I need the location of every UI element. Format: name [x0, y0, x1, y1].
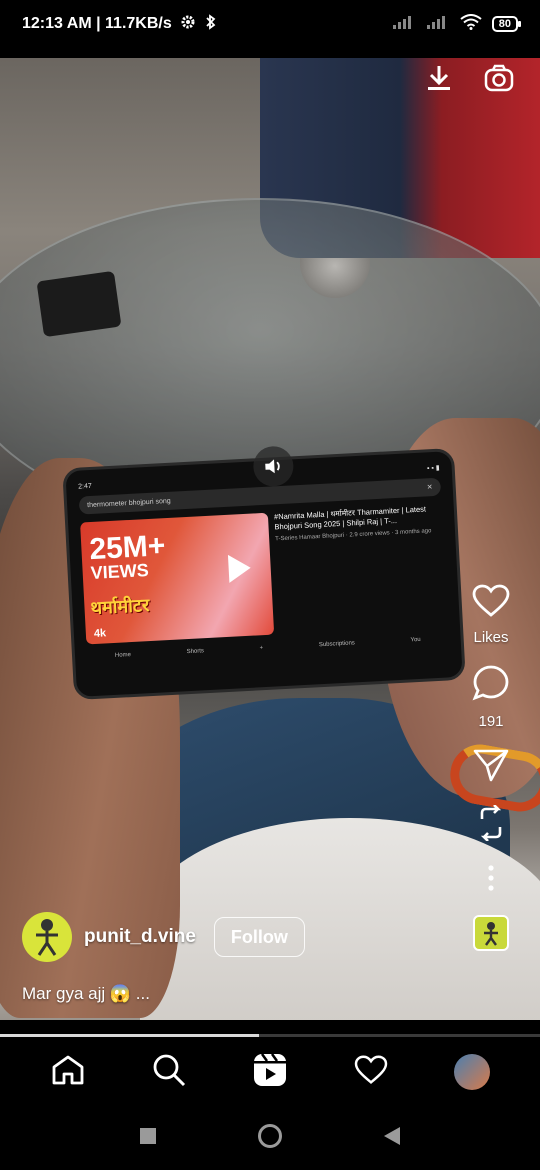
like-button[interactable]: Likes — [472, 584, 510, 646]
bluetooth-icon — [204, 13, 218, 35]
comment-icon — [472, 664, 510, 707]
nav-reels[interactable] — [240, 1042, 300, 1102]
system-nav — [0, 1106, 540, 1170]
embedded-nav-add: + — [259, 645, 264, 652]
send-icon — [473, 748, 509, 787]
phone-on-table — [36, 270, 122, 338]
signal-icon — [392, 14, 416, 35]
battery-indicator: 80 — [491, 16, 522, 32]
wifi-icon — [460, 13, 482, 35]
held-phone: 2:47 ▪ ▪ ▮ thermometer bhojpuri song ✕ 2… — [62, 445, 466, 701]
embedded-time: 2:47 — [77, 482, 92, 491]
thumbnail-views-small: VIEWS — [90, 559, 150, 583]
audio-button[interactable] — [473, 915, 509, 951]
embedded-indicators: ▪ ▪ ▮ — [426, 464, 440, 473]
video-info: #Namrita Malla | थर्मामीटर Tharmamiter |… — [274, 504, 448, 635]
avatar[interactable] — [22, 912, 72, 962]
signal-icon-2 — [426, 14, 450, 35]
nav-search[interactable] — [139, 1042, 199, 1102]
video-progress-fill — [0, 1034, 260, 1037]
bottom-nav — [0, 1038, 540, 1106]
heart-icon — [472, 584, 510, 623]
reel-video[interactable]: 2:47 ▪ ▪ ▮ thermometer bhojpuri song ✕ 2… — [0, 58, 540, 1020]
recents-button[interactable] — [139, 1127, 157, 1150]
remix-icon — [474, 804, 508, 846]
embedded-nav-you: You — [410, 636, 421, 644]
search-icon — [152, 1053, 186, 1092]
status-bar: 12:13 AM | 11.7KB/s 80 — [0, 0, 540, 48]
nav-home[interactable] — [38, 1042, 98, 1102]
home-icon — [51, 1054, 85, 1091]
settings-icon — [180, 14, 196, 35]
download-icon[interactable] — [426, 64, 452, 97]
author-row: punit_d.vine Follow — [22, 912, 305, 962]
reels-icon — [253, 1052, 287, 1092]
comment-button[interactable]: 191 — [472, 664, 510, 730]
follow-button[interactable]: Follow — [213, 917, 305, 957]
embedded-nav-home: Home — [114, 652, 132, 659]
play-icon — [227, 553, 252, 583]
audio-thumbnail — [473, 915, 509, 951]
embedded-nav-shorts: Shorts — [186, 648, 205, 656]
back-button[interactable] — [383, 1126, 401, 1151]
embedded-close-icon: ✕ — [426, 484, 433, 492]
heart-icon — [354, 1055, 388, 1090]
thumbnail-views-big: 25M+ — [88, 529, 167, 567]
author-username[interactable]: punit_d.vine — [84, 926, 196, 948]
caption[interactable]: Mar gya ajj 😱 ... — [22, 984, 150, 1004]
remix-button[interactable] — [474, 804, 508, 846]
nav-profile[interactable] — [442, 1042, 502, 1102]
camera-icon[interactable] — [484, 64, 514, 97]
video-thumbnail: 25M+ VIEWS थर्मामीटर 4k — [80, 512, 275, 645]
video-progress-bar[interactable] — [0, 1034, 540, 1037]
share-button[interactable] — [473, 748, 509, 787]
nav-activity[interactable] — [341, 1042, 401, 1102]
profile-avatar — [453, 1054, 490, 1090]
more-vertical-icon — [487, 864, 495, 897]
status-time: 12:13 AM | 11.7KB/s — [22, 15, 172, 32]
thumbnail-title: थर्मामीटर — [90, 595, 150, 619]
embedded-nav-subscriptions: Subscriptions — [318, 640, 356, 649]
likes-label: Likes — [473, 629, 509, 646]
embedded-search-text: thermometer bhojpuri song — [86, 497, 171, 509]
quality-badge: 4k — [93, 627, 107, 640]
more-options-button[interactable] — [487, 864, 495, 897]
home-button[interactable] — [257, 1123, 283, 1154]
comments-count: 191 — [478, 713, 504, 730]
